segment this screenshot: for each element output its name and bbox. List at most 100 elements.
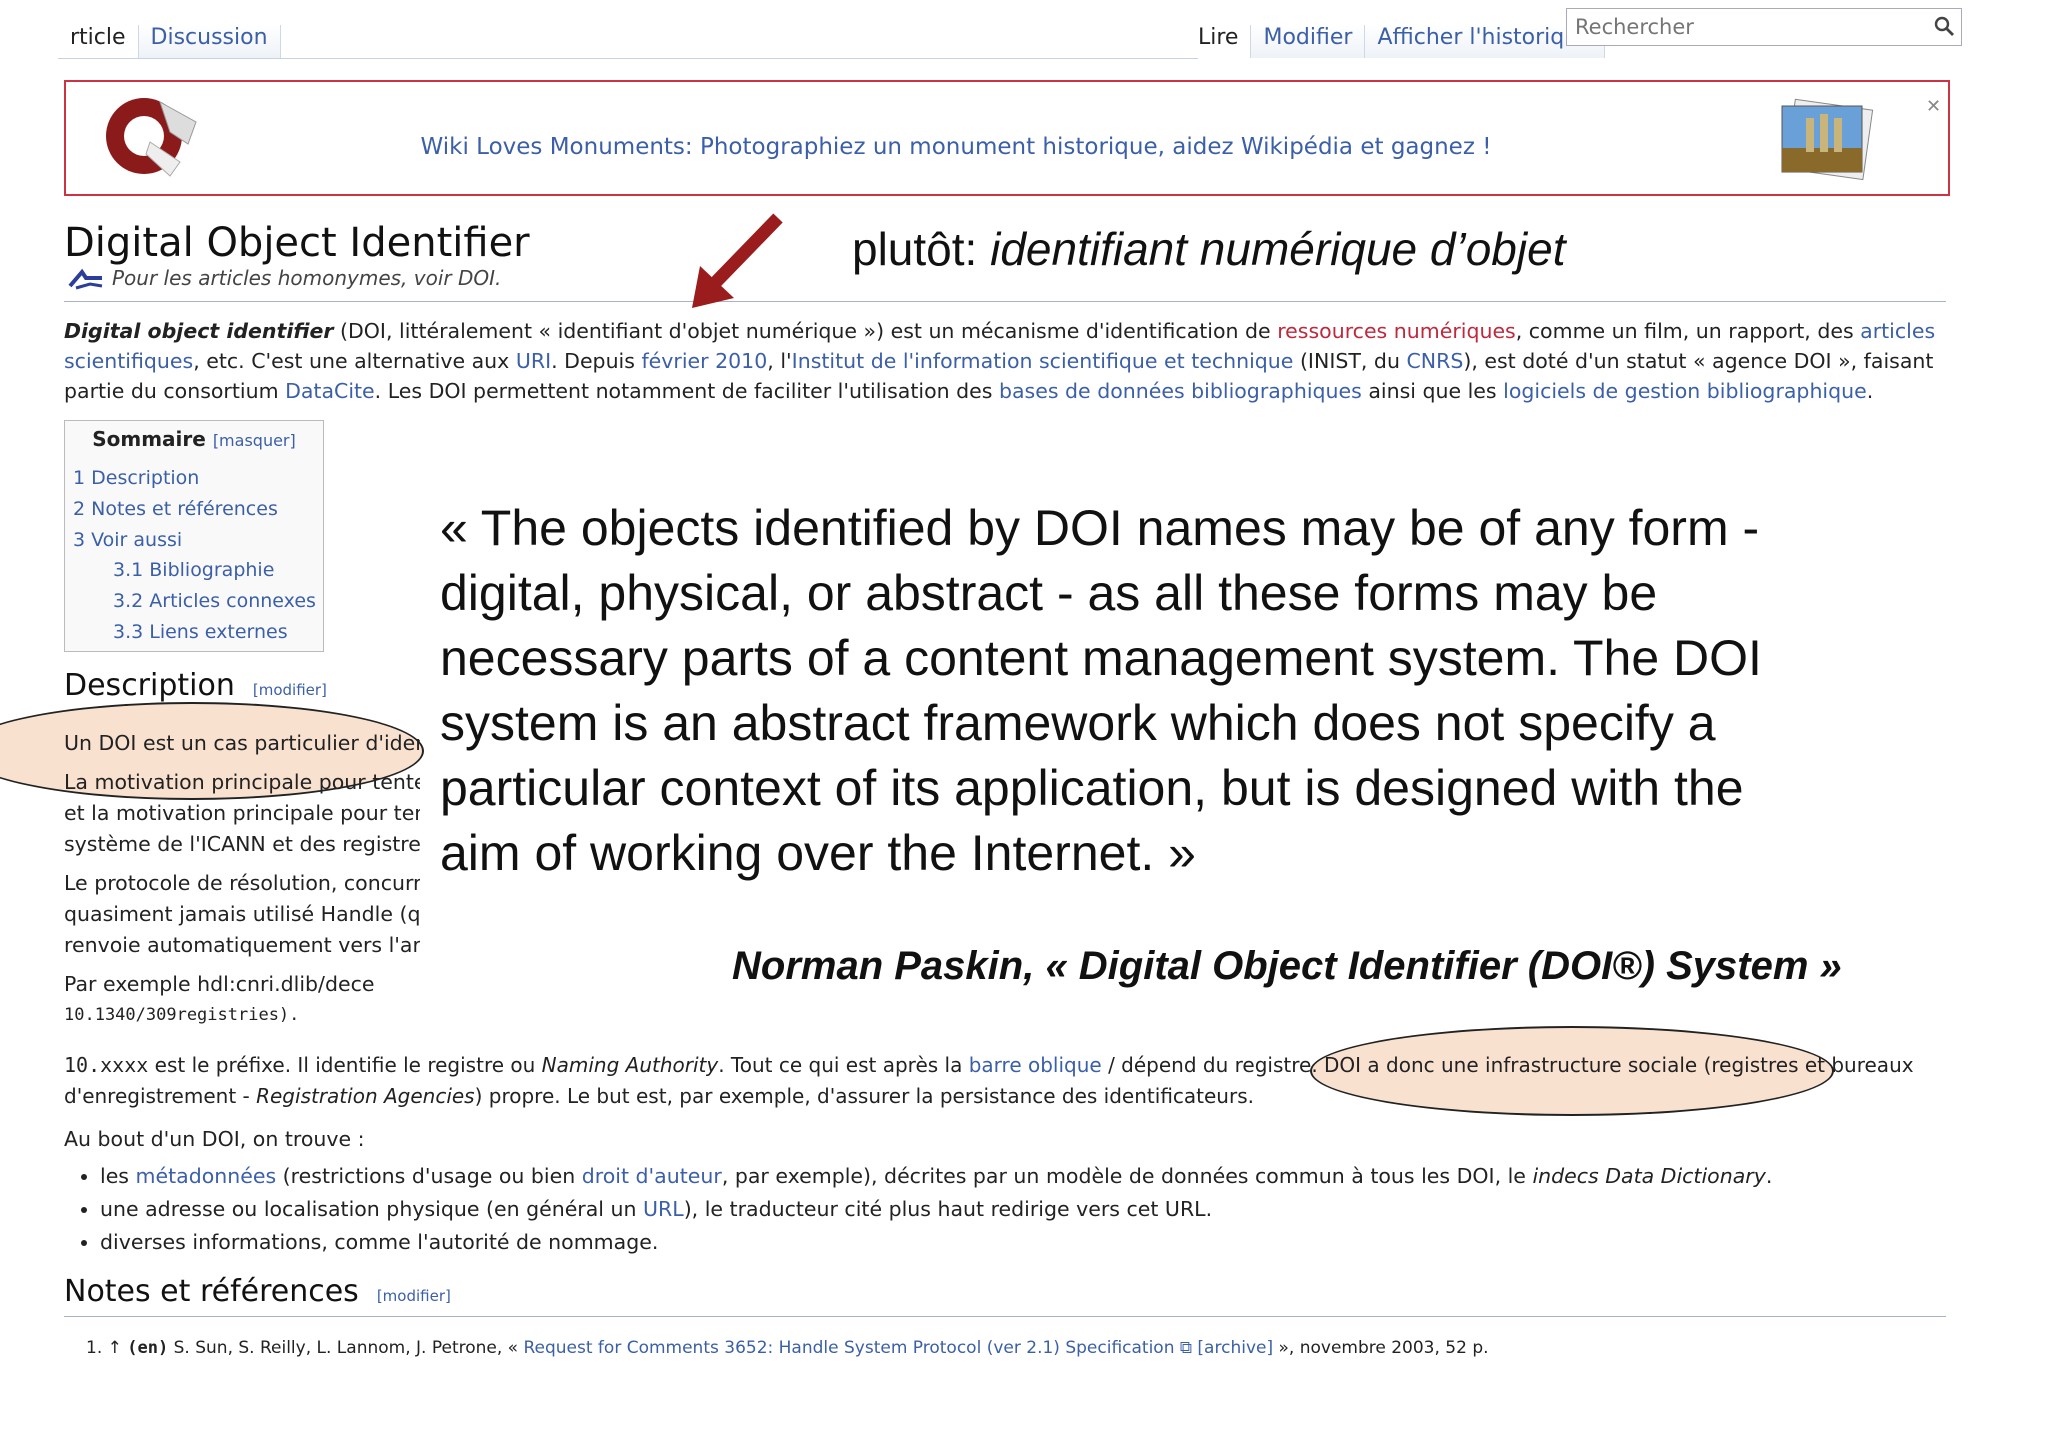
wiki-link[interactable]: CNRS [1406, 349, 1463, 373]
quote-line: particular context of its application, b… [440, 760, 1744, 816]
desc-line: renvoie automatiquement vers l'artic [64, 933, 420, 957]
wiki-link[interactable]: barre oblique [969, 1053, 1102, 1077]
tab-discussion[interactable]: Discussion [138, 25, 281, 58]
page-tabs: rticle Discussion [58, 14, 1198, 59]
wiki-link[interactable]: bases de données bibliographiques [999, 379, 1362, 403]
text-run: (restrictions d'usage ou bien [276, 1164, 582, 1188]
tab-article[interactable]: rticle [58, 25, 139, 58]
text-run: , par exemple), décrites par un modèle d… [721, 1164, 1533, 1188]
text-run: une adresse ou localisation physique (en… [100, 1197, 644, 1221]
wiki-link[interactable]: articles [1860, 319, 1935, 343]
tab-edit[interactable]: Modifier [1251, 25, 1366, 58]
description-text: Un DOI est un cas particulier d'iden La … [64, 728, 420, 1028]
text-run: , etc. C'est une alternative aux [193, 349, 516, 373]
text-run: », novembre 2003, 52 p. [1273, 1338, 1489, 1358]
wiki-link[interactable]: DataCite [285, 379, 375, 403]
desc-line: La motivation principale pour tenter [64, 770, 420, 794]
bullet-item: une adresse ou localisation physique (en… [100, 1193, 1772, 1226]
edit-link[interactable]: [modifier] [253, 681, 327, 699]
banner-close-icon[interactable]: ✕ [1926, 96, 1941, 117]
quote-attribution: Norman Paskin, « Digital Object Identifi… [732, 944, 1842, 988]
text-run: (INIST, du [1293, 349, 1407, 373]
wiki-link[interactable]: scientifiques [64, 349, 193, 373]
table-of-contents: Sommaire [masquer] 1 Description 2 Notes… [64, 420, 324, 652]
text-run: diverses informations, comme l'autorité … [100, 1230, 659, 1254]
bullet-item: diverses informations, comme l'autorité … [100, 1226, 1772, 1259]
site-notice-banner: Wiki Loves Monuments: Photographiez un m… [64, 80, 1950, 196]
text-run: est le préfixe. Il identifie le registre… [148, 1053, 542, 1077]
quote-line: digital, physical, or abstract - as all … [440, 565, 1658, 621]
red-arrow-annotation [692, 213, 783, 308]
bold-term: Digital object identifier [64, 319, 334, 343]
text-run: ), est doté d'un statut « agence DOI », … [1463, 349, 1934, 373]
banner-message: Wiki Loves Monuments: Photographiez un m… [420, 134, 1492, 160]
search-box [1566, 8, 1962, 46]
lang-tag: (en) [127, 1338, 169, 1358]
wiki-redlink[interactable]: ressources numériques [1277, 319, 1516, 343]
text-run: ), le traducteur cité plus haut redirige… [683, 1197, 1213, 1221]
text-run: d'enregistrement - [64, 1084, 257, 1108]
view-tabs: Lire Modifier Afficher l'historique [1186, 14, 1605, 58]
italic-text: indecs Data Dictionary [1532, 1164, 1766, 1188]
text-run: ) propre. Le but est, par exemple, d'ass… [474, 1084, 1254, 1108]
desc-line: 10.1340/309registries). [64, 1005, 300, 1025]
wiki-link[interactable]: ⧉ [archive] [1174, 1338, 1273, 1358]
text-run: 1. ↑ [86, 1338, 128, 1358]
prefix-line: 10.xxxx est le préfixe. Il identifie le … [64, 1050, 1914, 1081]
text-run: (DOI, littéralement « identifiant d'obje… [333, 319, 1278, 343]
english-quote: « The objects identified by DOI names ma… [440, 496, 1900, 886]
edit-link[interactable]: [modifier] [377, 1287, 451, 1305]
quote-line: necessary parts of a content management … [440, 630, 1762, 686]
bullet-item: les métadonnées (restrictions d'usage ou… [100, 1160, 1772, 1193]
wiki-link[interactable]: métadonnées [136, 1164, 277, 1188]
text-run: . Depuis [551, 349, 642, 373]
toc-title: Sommaire [92, 427, 206, 451]
wiki-link[interactable]: février 2010 [641, 349, 767, 373]
text-run: / dépend du registre. DOI a donc une inf… [1101, 1053, 1914, 1077]
lead-line: partie du consortium DataCite. Les DOI p… [64, 376, 1935, 406]
section-heading-description: Description [modifier] [64, 668, 327, 703]
text-run: ainsi que les [1361, 379, 1504, 403]
toc-item-notes[interactable]: 2 Notes et références [73, 498, 278, 520]
desc-line: et la motivation principale pour tent [64, 801, 420, 825]
desc-line: quasiment jamais utilisé Handle (qu [64, 902, 420, 926]
quote-line: system is an abstract framework which do… [440, 695, 1716, 751]
toc-toggle[interactable]: [masquer] [213, 431, 296, 450]
italic-text: Registration Agencies [256, 1084, 475, 1108]
annotation-plutot: plutôt: identifiant numérique d’objet [852, 223, 1566, 275]
wiki-link[interactable]: URL [643, 1197, 684, 1221]
search-input[interactable] [1567, 9, 1917, 45]
wiki-link[interactable]: Institut de l'information scientifique e… [792, 349, 1294, 373]
text-run: . [1866, 379, 1874, 403]
text-run: les [100, 1164, 136, 1188]
wiki-link[interactable]: droit d'auteur [582, 1164, 722, 1188]
page-title: Digital Object Identifier [64, 220, 530, 266]
wiki-loves-monuments-logo [106, 98, 197, 177]
banner-link[interactable]: Wiki Loves Monuments [421, 134, 685, 160]
wiki-link[interactable]: URI [516, 349, 551, 373]
homonym-note: Pour les articles homonymes, voir DOI. [68, 266, 501, 290]
desc-line: Le protocole de résolution, concurre [64, 871, 420, 895]
desc-line: Un DOI est un cas particulier d'iden [64, 731, 420, 755]
tab-read[interactable]: Lire [1186, 25, 1252, 58]
desc-line: Par exemple hdl:cnri.dlib/dece [64, 972, 375, 996]
toc-item-description[interactable]: 1 Description [73, 467, 199, 489]
lead-paragraph: Digital object identifier (DOI, littéral… [64, 316, 1935, 406]
prefix-line: d'enregistrement - Registration Agencies… [64, 1081, 1914, 1112]
text-run: S. Sun, S. Reilly, L. Lannom, J. Petrone… [168, 1338, 524, 1358]
wiki-link[interactable]: logiciels de gestion bibliographique [1503, 379, 1867, 403]
search-icon[interactable] [1933, 15, 1955, 37]
toc-item-articles-connexes[interactable]: 3.2 Articles connexes [113, 590, 316, 612]
au-bout-text: Au bout d'un DOI, on trouve : [64, 1127, 365, 1151]
toc-item-voir-aussi[interactable]: 3 Voir aussi [73, 529, 182, 551]
quote-line: « The objects identified by DOI names ma… [440, 500, 1760, 556]
prefix-paragraph: 10.xxxx est le préfixe. Il identifie le … [64, 1050, 1914, 1112]
toc-item-liens-externes[interactable]: 3.3 Liens externes [113, 621, 288, 643]
wiki-link[interactable]: Request for Comments 3652: Handle System… [523, 1338, 1174, 1358]
text-run: . [1765, 1164, 1773, 1188]
desc-line: système de l'ICANN et des registre [64, 832, 420, 856]
text-run: , l' [767, 349, 792, 373]
italic-text: Naming Authority [541, 1053, 719, 1077]
toc-item-bibliographie[interactable]: 3.1 Bibliographie [113, 559, 274, 581]
lead-line: Digital object identifier (DOI, littéral… [64, 316, 1935, 346]
